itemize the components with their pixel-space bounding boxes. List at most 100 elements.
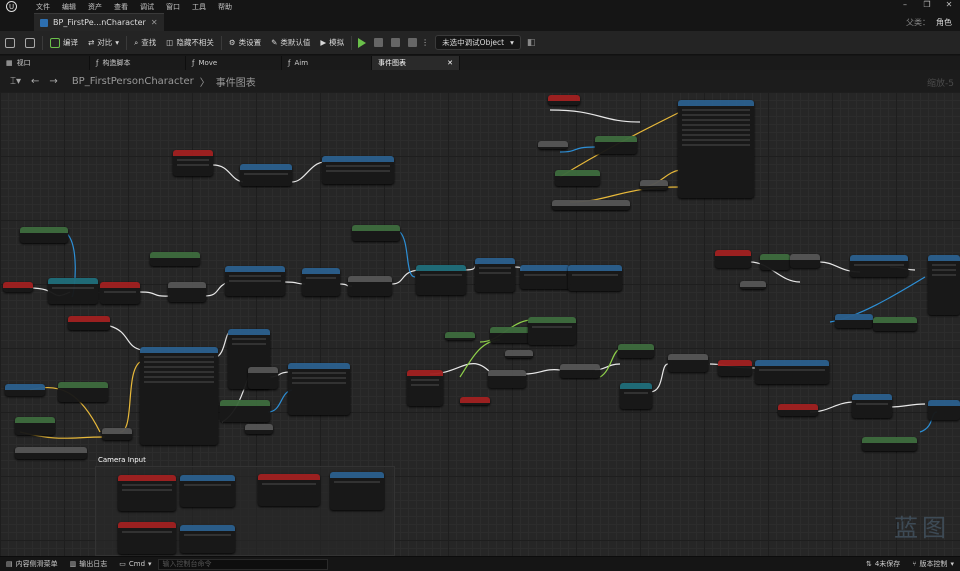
function-node[interactable] (225, 266, 285, 296)
variable-node[interactable] (538, 141, 568, 149)
menu-debug[interactable]: 调试 (140, 2, 154, 12)
function-node[interactable] (180, 475, 235, 507)
function-node[interactable] (620, 383, 652, 409)
function-node[interactable] (100, 282, 140, 304)
variable-node[interactable] (150, 252, 200, 266)
unsaved-button[interactable]: ⇅ 4未保存 (860, 559, 906, 569)
variable-node[interactable] (460, 397, 490, 405)
document-tab[interactable]: BP_FirstPe...nCharacter ✕ (34, 13, 164, 31)
event-node[interactable] (258, 474, 320, 506)
menu-view[interactable]: 查看 (114, 2, 128, 12)
variable-node[interactable] (835, 314, 873, 328)
tab-event-graph[interactable]: 事件图表 ✕ (372, 56, 460, 70)
class-settings-button[interactable]: ⚙ 类设置 (224, 33, 266, 53)
variable-node[interactable] (352, 225, 400, 241)
function-node[interactable] (928, 400, 960, 420)
function-node[interactable] (168, 282, 206, 302)
function-node[interactable] (322, 156, 394, 184)
menu-help[interactable]: 帮助 (218, 2, 232, 12)
play-options-icon[interactable]: ⋮ (421, 38, 429, 47)
function-node[interactable] (568, 265, 622, 291)
view-options-icon[interactable]: ⌶▾ (10, 76, 21, 87)
back-arrow-icon[interactable]: ← (31, 76, 39, 87)
menu-edit[interactable]: 编辑 (62, 2, 76, 12)
diff-button[interactable]: ⇄ 对比 ▾ (83, 33, 124, 53)
tab-move[interactable]: ƒ Move (186, 56, 282, 70)
function-node[interactable] (678, 100, 754, 198)
tab-aim[interactable]: ƒ Aim (282, 56, 372, 70)
output-log-button[interactable]: ▥ 输出日志 (64, 559, 114, 569)
event-node[interactable] (68, 316, 110, 330)
play-icon[interactable] (358, 37, 367, 48)
menu-file[interactable]: 文件 (36, 2, 50, 12)
function-node[interactable] (302, 268, 340, 296)
variable-node[interactable] (220, 400, 270, 422)
function-node[interactable] (595, 136, 637, 154)
variable-node[interactable] (740, 281, 766, 289)
cmd-selector[interactable]: ▭ Cmd ▾ (113, 560, 157, 568)
event-node[interactable] (118, 522, 176, 554)
content-drawer-button[interactable]: ▤ 内容侧滑菜单 (0, 559, 64, 569)
function-node[interactable] (668, 354, 708, 372)
console-command-input[interactable]: 输入控制台命令 (157, 558, 328, 570)
class-defaults-button[interactable]: ✎ 类默认值 (266, 33, 315, 53)
function-node[interactable] (180, 525, 235, 553)
struct-node[interactable] (15, 447, 87, 459)
branch-node[interactable] (248, 367, 278, 389)
function-node[interactable] (330, 472, 384, 510)
variable-node[interactable] (760, 254, 790, 270)
variable-node[interactable] (20, 227, 68, 243)
function-node[interactable] (640, 180, 668, 190)
save-button[interactable] (0, 33, 20, 53)
function-node[interactable] (348, 276, 392, 296)
close-icon[interactable]: ✕ (938, 0, 960, 13)
minimize-icon[interactable]: – (894, 0, 916, 13)
event-node[interactable] (778, 404, 818, 416)
function-node[interactable] (240, 164, 292, 186)
function-node[interactable] (560, 364, 600, 378)
event-graph-canvas[interactable]: Camera Input (0, 92, 960, 556)
function-node[interactable] (488, 370, 526, 388)
struct-node[interactable] (552, 200, 630, 210)
tab-construction-script[interactable]: ƒ 构造脚本 (90, 56, 186, 70)
variable-node[interactable] (445, 332, 475, 340)
hide-unrelated-button[interactable]: ◫ 隐藏不相关 (161, 33, 219, 53)
function-node[interactable] (140, 347, 218, 445)
variable-node[interactable] (505, 350, 533, 358)
function-node[interactable] (520, 265, 570, 289)
function-node[interactable] (873, 317, 917, 331)
function-node[interactable] (416, 265, 466, 295)
step-icon[interactable] (374, 38, 384, 47)
function-node[interactable] (102, 428, 132, 440)
event-node[interactable] (173, 150, 213, 176)
function-node[interactable] (58, 382, 108, 402)
variable-node[interactable] (245, 424, 273, 434)
forward-arrow-icon[interactable]: → (49, 76, 57, 87)
event-node[interactable] (3, 282, 33, 292)
function-node[interactable] (928, 255, 960, 315)
stop-icon[interactable] (391, 38, 401, 47)
function-node[interactable] (288, 363, 350, 415)
close-tab-icon[interactable]: ✕ (151, 18, 158, 27)
function-node[interactable] (15, 417, 55, 435)
event-node[interactable] (407, 370, 443, 406)
browse-button[interactable] (20, 33, 40, 53)
parent-class-value[interactable]: 角色 (936, 17, 952, 28)
event-node[interactable] (118, 475, 176, 511)
debug-object-select[interactable]: 未选中调试Object ▾ (435, 35, 521, 50)
function-node[interactable] (490, 327, 530, 343)
function-node[interactable] (475, 258, 515, 292)
variable-node[interactable] (618, 344, 654, 358)
function-node[interactable] (528, 317, 576, 345)
function-node[interactable] (555, 170, 600, 186)
simulate-button[interactable]: ▶ 模拟 (315, 33, 349, 53)
menu-window[interactable]: 窗口 (166, 2, 180, 12)
function-node[interactable] (790, 254, 820, 268)
unreal-logo-icon[interactable]: U (4, 1, 18, 12)
function-node[interactable] (718, 360, 752, 376)
compile-button[interactable]: 编译 (45, 33, 83, 53)
variable-node[interactable] (5, 384, 45, 396)
function-node[interactable] (862, 437, 917, 451)
breadcrumb-root[interactable]: BP_FirstPersonCharacter (72, 76, 194, 87)
function-node[interactable] (755, 360, 829, 384)
